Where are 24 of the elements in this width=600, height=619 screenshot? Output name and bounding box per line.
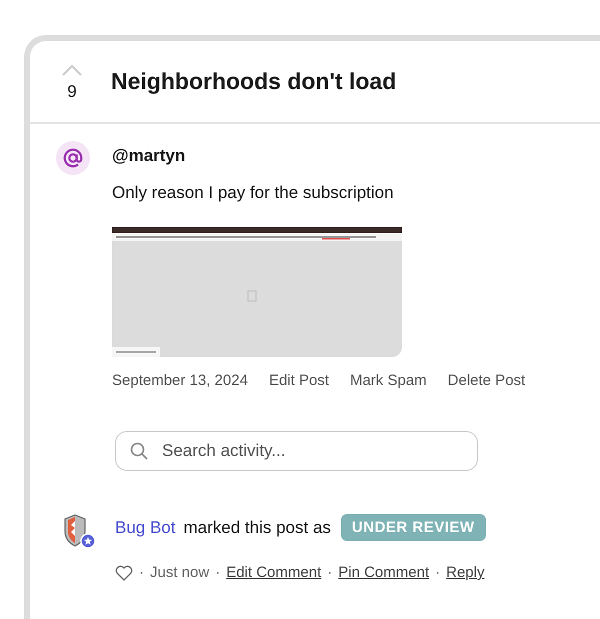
- comment-author[interactable]: @martyn: [112, 146, 526, 166]
- search-icon: [129, 441, 149, 461]
- comment-action-link[interactable]: Reply: [446, 564, 484, 581]
- post-action-link[interactable]: Mark Spam: [350, 372, 427, 389]
- vote-count: 9: [67, 82, 77, 102]
- actor-link[interactable]: Bug Bot: [115, 518, 176, 538]
- comment-text: Only reason I pay for the subscription: [112, 183, 395, 203]
- comment-time: Just now: [150, 564, 210, 581]
- activity-text: marked this post as: [184, 518, 331, 538]
- post-action-link[interactable]: Delete Post: [448, 372, 526, 389]
- status-badge: UNDER REVIEW: [340, 514, 486, 541]
- post-action-link[interactable]: Edit Post: [268, 372, 329, 389]
- avatar-icon: [56, 141, 90, 175]
- comment-action-link[interactable]: Edit Comment: [226, 564, 322, 581]
- search-field[interactable]: Search activity...: [115, 431, 478, 471]
- comment-action-link[interactable]: Pin Comment: [338, 564, 430, 581]
- heart-icon[interactable]: [115, 564, 133, 580]
- separator-dot: ·: [327, 564, 332, 581]
- separator-dot: ·: [215, 564, 220, 581]
- separator-dot: ·: [139, 564, 144, 581]
- post-date: September 13, 2024: [112, 372, 248, 389]
- shield-icon: [62, 513, 96, 549]
- separator-dot: ·: [435, 564, 440, 581]
- post-title: Neighborhoods don't load: [111, 68, 396, 95]
